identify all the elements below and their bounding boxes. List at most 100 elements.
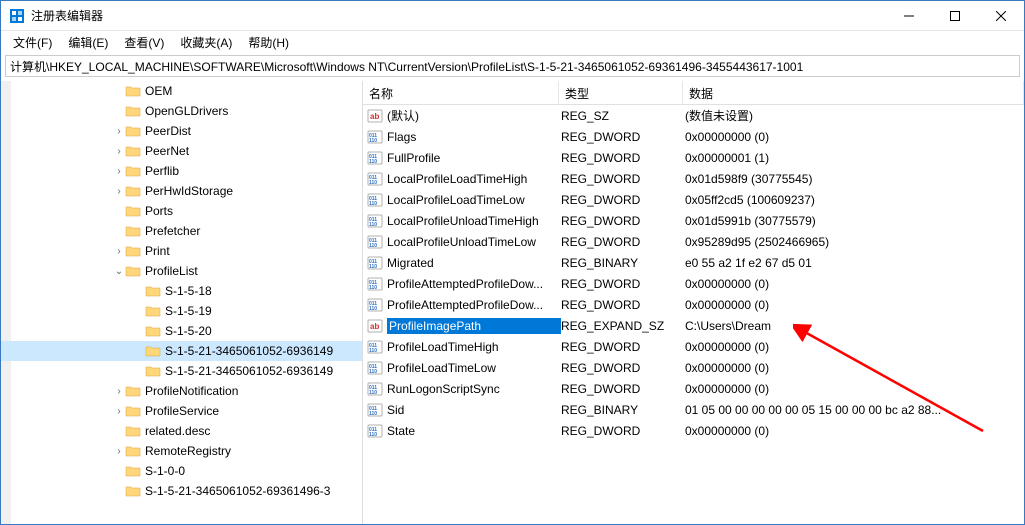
svg-text:110: 110 <box>369 285 377 291</box>
window-buttons <box>886 1 1024 30</box>
value-name: FullProfile <box>387 151 561 165</box>
value-row[interactable]: 011110SidREG_BINARY01 05 00 00 00 00 00 … <box>363 399 1024 420</box>
svg-text:110: 110 <box>369 306 377 312</box>
collapse-icon[interactable]: ⌄ <box>113 266 125 277</box>
value-type: REG_DWORD <box>561 130 685 144</box>
value-name: LocalProfileLoadTimeLow <box>387 193 561 207</box>
folder-icon <box>125 243 141 259</box>
tree-item[interactable]: OEM <box>1 81 362 101</box>
svg-text:ab: ab <box>370 322 379 331</box>
menu-edit[interactable]: 编辑(E) <box>60 32 116 53</box>
value-row[interactable]: 011110FullProfileREG_DWORD0x00000001 (1) <box>363 147 1024 168</box>
tree-item[interactable]: › ProfileNotification <box>1 381 362 401</box>
binary-value-icon: 011110 <box>367 360 383 376</box>
expand-icon[interactable]: › <box>113 126 125 137</box>
value-row[interactable]: ab(默认)REG_SZ(数值未设置) <box>363 105 1024 126</box>
close-button[interactable] <box>978 1 1024 30</box>
tree-item[interactable]: S-1-5-20 <box>1 321 362 341</box>
value-data: 0x00000000 (0) <box>685 298 1024 312</box>
menu-favorites[interactable]: 收藏夹(A) <box>172 32 240 53</box>
binary-value-icon: 011110 <box>367 129 383 145</box>
tree-item-label: Print <box>145 244 170 258</box>
folder-icon <box>125 383 141 399</box>
list-body[interactable]: ab(默认)REG_SZ(数值未设置)011110FlagsREG_DWORD0… <box>363 105 1024 524</box>
string-value-icon: ab <box>367 318 383 334</box>
value-row[interactable]: 011110LocalProfileLoadTimeHighREG_DWORD0… <box>363 168 1024 189</box>
folder-icon <box>145 323 161 339</box>
expand-icon[interactable]: › <box>113 246 125 257</box>
svg-text:110: 110 <box>369 138 377 144</box>
menubar: 文件(F) 编辑(E) 查看(V) 收藏夹(A) 帮助(H) <box>1 31 1024 53</box>
expand-icon[interactable]: › <box>113 406 125 417</box>
tree-item-label: PeerDist <box>145 124 191 138</box>
tree-item[interactable]: S-1-0-0 <box>1 461 362 481</box>
folder-icon <box>125 123 141 139</box>
tree-item[interactable]: Ports <box>1 201 362 221</box>
tree-item[interactable]: S-1-5-21-3465061052-69361496-3 <box>1 481 362 501</box>
value-row[interactable]: abProfileImagePathREG_EXPAND_SZC:\Users\… <box>363 315 1024 336</box>
expand-icon[interactable]: › <box>113 446 125 457</box>
tree-item-label: ProfileList <box>145 264 198 278</box>
value-row[interactable]: 011110StateREG_DWORD0x00000000 (0) <box>363 420 1024 441</box>
column-data[interactable]: 数据 <box>683 81 1024 104</box>
column-name[interactable]: 名称 <box>363 81 559 104</box>
maximize-button[interactable] <box>932 1 978 30</box>
expand-icon[interactable]: › <box>113 166 125 177</box>
tree-item[interactable]: S-1-5-18 <box>1 281 362 301</box>
value-type: REG_DWORD <box>561 214 685 228</box>
tree-item[interactable]: › Print <box>1 241 362 261</box>
minimize-button[interactable] <box>886 1 932 30</box>
value-row[interactable]: 011110ProfileAttemptedProfileDow...REG_D… <box>363 273 1024 294</box>
tree-item[interactable]: OpenGLDrivers <box>1 101 362 121</box>
tree-item[interactable]: Prefetcher <box>1 221 362 241</box>
value-name: Flags <box>387 130 561 144</box>
value-name: ProfileLoadTimeLow <box>387 361 561 375</box>
content-area: OEMOpenGLDrivers › PeerDist ›PeerNet›Perfli… <box>1 81 1024 524</box>
tree-item[interactable]: S-1-5-21-3465061052-6936149 <box>1 361 362 381</box>
folder-icon <box>125 103 141 119</box>
value-row[interactable]: 011110ProfileAttemptedProfileDow...REG_D… <box>363 294 1024 315</box>
tree-item[interactable]: related.desc <box>1 421 362 441</box>
tree-item-label: S-1-5-21-3465061052-69361496-3 <box>145 484 330 498</box>
tree-item[interactable]: › PeerDist <box>1 121 362 141</box>
value-type: REG_DWORD <box>561 193 685 207</box>
value-type: REG_SZ <box>561 109 685 123</box>
binary-value-icon: 011110 <box>367 234 383 250</box>
binary-value-icon: 011110 <box>367 297 383 313</box>
tree-item[interactable]: ›RemoteRegistry <box>1 441 362 461</box>
value-row[interactable]: 011110ProfileLoadTimeLowREG_DWORD0x00000… <box>363 357 1024 378</box>
value-row[interactable]: 011110FlagsREG_DWORD0x00000000 (0) <box>363 126 1024 147</box>
expand-icon[interactable]: › <box>113 386 125 397</box>
tree-item[interactable]: S-1-5-19 <box>1 301 362 321</box>
value-row[interactable]: 011110ProfileLoadTimeHighREG_DWORD0x0000… <box>363 336 1024 357</box>
tree-item-label: ProfileNotification <box>145 384 238 398</box>
value-row[interactable]: 011110LocalProfileUnloadTimeHighREG_DWOR… <box>363 210 1024 231</box>
tree-pane[interactable]: OEMOpenGLDrivers › PeerDist ›PeerNet›Perfli… <box>1 81 363 524</box>
tree-item[interactable]: › ProfileService <box>1 401 362 421</box>
value-type: REG_DWORD <box>561 235 685 249</box>
value-data: 0x00000000 (0) <box>685 340 1024 354</box>
tree-item[interactable]: ›Perflib <box>1 161 362 181</box>
folder-icon <box>125 423 141 439</box>
value-row[interactable]: 011110RunLogonScriptSyncREG_DWORD0x00000… <box>363 378 1024 399</box>
tree-item[interactable]: ›PerHwIdStorage <box>1 181 362 201</box>
expand-icon[interactable]: › <box>113 186 125 197</box>
address-bar[interactable]: 计算机\HKEY_LOCAL_MACHINE\SOFTWARE\Microsof… <box>5 55 1020 77</box>
column-type[interactable]: 类型 <box>559 81 683 104</box>
menu-view[interactable]: 查看(V) <box>116 32 172 53</box>
tree-item[interactable]: ›PeerNet <box>1 141 362 161</box>
binary-value-icon: 011110 <box>367 192 383 208</box>
tree-item[interactable]: S-1-5-21-3465061052-6936149 <box>1 341 362 361</box>
folder-icon <box>125 203 141 219</box>
address-text: 计算机\HKEY_LOCAL_MACHINE\SOFTWARE\Microsof… <box>10 58 803 75</box>
value-row[interactable]: 011110LocalProfileUnloadTimeLowREG_DWORD… <box>363 231 1024 252</box>
value-row[interactable]: 011110MigratedREG_BINARYe0 55 a2 1f e2 6… <box>363 252 1024 273</box>
tree-item-label: ProfileService <box>145 404 219 418</box>
folder-icon <box>145 363 161 379</box>
menu-file[interactable]: 文件(F) <box>5 32 60 53</box>
expand-icon[interactable]: › <box>113 146 125 157</box>
value-data: 0x00000000 (0) <box>685 424 1024 438</box>
value-row[interactable]: 011110LocalProfileLoadTimeLowREG_DWORD0x… <box>363 189 1024 210</box>
tree-item[interactable]: ⌄ ProfileList <box>1 261 362 281</box>
menu-help[interactable]: 帮助(H) <box>240 32 297 53</box>
